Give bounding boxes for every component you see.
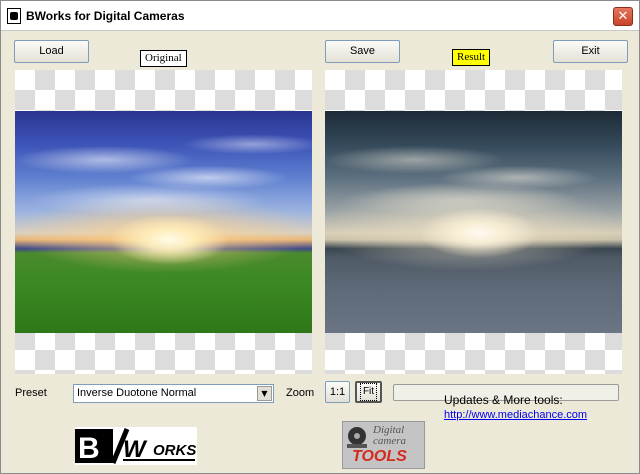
svg-text:B: B: [78, 432, 100, 465]
original-preview[interactable]: [15, 70, 312, 374]
svg-text:W: W: [123, 436, 148, 463]
original-image: [15, 111, 312, 333]
mediachance-link[interactable]: http://www.mediachance.com: [444, 409, 587, 421]
preset-value: Inverse Duotone Normal: [77, 387, 197, 399]
preset-dropdown[interactable]: Inverse Duotone Normal ▼: [73, 384, 274, 403]
dct-line2: camera: [373, 435, 406, 447]
zoom-1to1-button[interactable]: 1:1: [325, 381, 350, 403]
dct-tools: TOOLS: [352, 448, 407, 465]
chevron-down-icon[interactable]: ▼: [257, 386, 272, 401]
save-button[interactable]: Save: [325, 40, 400, 63]
updates-text: Updates & More tools:: [444, 393, 563, 407]
load-button[interactable]: Load: [14, 40, 89, 63]
close-icon: ✕: [617, 9, 629, 24]
result-image: [325, 111, 622, 333]
app-icon[interactable]: [7, 8, 21, 24]
zoom-label: Zoom: [286, 387, 315, 399]
app-window: BWorks for Digital Cameras ✕ Load Save E…: [0, 0, 640, 474]
title-bar[interactable]: BWorks for Digital Cameras ✕: [1, 1, 639, 31]
main-area: Load Save Exit Original Result Preset In…: [1, 31, 639, 473]
result-preview[interactable]: [325, 70, 622, 374]
close-button[interactable]: ✕: [613, 7, 633, 26]
bworks-logo: B W ORKS: [75, 427, 197, 465]
digital-camera-tools-logo: Digital camera TOOLS: [342, 421, 425, 469]
original-tag: Original: [140, 50, 187, 67]
zoom-fit-button[interactable]: Fit: [355, 381, 382, 403]
window-title: BWorks for Digital Cameras: [26, 9, 185, 23]
zoom-fit-label: Fit: [359, 383, 378, 401]
preset-label: Preset: [15, 387, 47, 399]
exit-button[interactable]: Exit: [553, 40, 628, 63]
result-tag: Result: [452, 49, 491, 66]
svg-text:ORKS: ORKS: [153, 442, 196, 459]
